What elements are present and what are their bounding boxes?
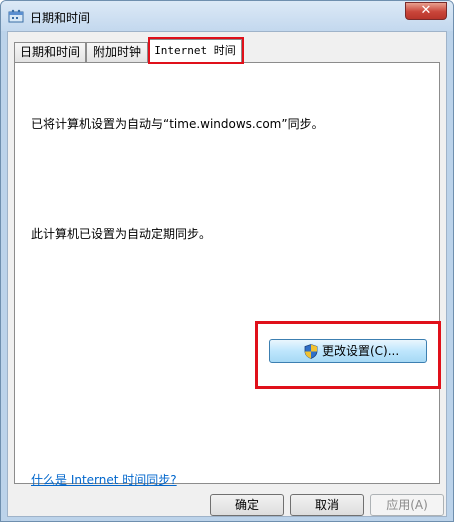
- button-highlight-annotation: [255, 321, 441, 389]
- window-title: 日期和时间: [30, 11, 91, 25]
- ok-button[interactable]: 确定: [210, 494, 284, 516]
- internet-time-panel: 已将计算机设置为自动与“time.windows.com”同步。 此计算机已设置…: [14, 62, 441, 487]
- title-bar[interactable]: 日期和时间 ✕: [1, 1, 453, 31]
- close-button[interactable]: ✕: [405, 2, 447, 20]
- sync-status-text: 已将计算机设置为自动与“time.windows.com”同步。: [31, 117, 324, 131]
- clock-icon: [8, 9, 24, 23]
- tab-highlight-annotation: [148, 37, 244, 64]
- date-time-dialog: 日期和时间 ✕ 日期和时间 附加时钟 Internet 时间 已将计算机设置为自…: [0, 0, 454, 522]
- close-icon: ✕: [420, 3, 432, 18]
- tab-date-and-time[interactable]: 日期和时间: [14, 42, 86, 62]
- help-link-internet-time-sync[interactable]: 什么是 Internet 时间同步?: [31, 471, 177, 488]
- tab-additional-clocks[interactable]: 附加时钟: [86, 42, 148, 62]
- auto-sync-text: 此计算机已设置为自动定期同步。: [31, 227, 212, 241]
- cancel-button[interactable]: 取消: [290, 494, 364, 516]
- apply-button[interactable]: 应用(A): [370, 494, 444, 516]
- dialog-client-area: 日期和时间 附加时钟 Internet 时间 已将计算机设置为自动与“time.…: [7, 31, 447, 517]
